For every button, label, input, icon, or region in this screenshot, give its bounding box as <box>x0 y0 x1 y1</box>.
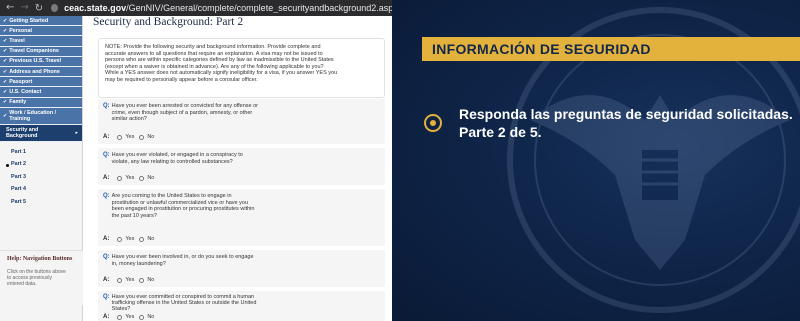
sidebar-item-travel[interactable]: ✔ Travel <box>0 36 82 47</box>
arrow-right-icon: ▸ <box>75 129 78 136</box>
question-block: Q: Have you ever been arrested or convic… <box>98 99 385 144</box>
sidebar-item-work-education[interactable]: ✔ Work / Education / Training <box>0 107 82 125</box>
check-icon: ✔ <box>3 78 8 85</box>
address-bar[interactable]: ceac.state.gov/GenNIV/General/complete/c… <box>64 3 392 13</box>
yes-radio[interactable] <box>117 314 123 320</box>
no-radio[interactable] <box>139 236 145 242</box>
question-text: Have you ever committed or conspired to … <box>111 294 257 312</box>
yes-radio[interactable] <box>117 236 123 242</box>
browser-window: ← → ↻ ceac.state.gov/GenNIV/General/comp… <box>0 0 392 321</box>
notice-box: NOTE: Provide the following security and… <box>98 38 385 98</box>
no-radio[interactable] <box>139 134 145 140</box>
sidebar-item-previous-us-travel[interactable]: ✔ Previous U.S. Travel <box>0 56 82 67</box>
question-block: Q: Have you ever committed or conspired … <box>98 291 385 321</box>
banner-title: INFORMACIÓN DE SEGURIDAD <box>432 41 651 57</box>
sidebar-item-address-phone[interactable]: ✔ Address and Phone <box>0 66 82 78</box>
sidebar-subitem-part-4[interactable]: Part 4 <box>0 183 82 196</box>
question-text: Have you ever been involved in, or do yo… <box>111 254 254 267</box>
check-icon: ✔ <box>3 88 8 95</box>
yes-radio[interactable] <box>117 277 123 283</box>
check-icon: ✔ <box>3 37 8 44</box>
site-info-icon[interactable] <box>51 4 59 12</box>
form-content: Security and Background: Part 2 NOTE: Pr… <box>90 16 392 321</box>
sidebar-subitem-part-5[interactable]: Part 5 <box>0 196 82 209</box>
check-icon: ✔ <box>3 58 8 65</box>
application-sidebar: ✔ Getting Started ✔ Personal ✔ Travel ✔ Trav… <box>0 16 83 321</box>
sidebar-subitem-part-2[interactable]: Part 2 <box>0 158 82 171</box>
check-icon: ✔ <box>3 48 8 55</box>
help-panel: Help: Navigation Buttons Click on the bu… <box>0 250 83 305</box>
question-block: Q: Are you coming to the United States t… <box>98 189 385 246</box>
sidebar-item-security-background[interactable]: Security and Background ▸ <box>0 124 82 142</box>
sidebar-item-travel-companions[interactable]: ✔ Travel Companions <box>0 46 82 57</box>
check-icon: ✔ <box>3 112 8 119</box>
browser-toolbar: ← → ↻ ceac.state.gov/GenNIV/General/comp… <box>0 0 392 16</box>
question-block: Q: Have you ever violated, or engaged in… <box>98 148 385 185</box>
page-title: Security and Background: Part 2 <box>93 16 244 28</box>
question-text: Are you coming to the United States to e… <box>111 193 255 219</box>
bullet-icon <box>424 114 442 132</box>
reload-icon[interactable]: ↻ <box>35 3 43 14</box>
sidebar-subitem-part-3[interactable]: Part 3 <box>0 171 82 184</box>
no-radio[interactable] <box>139 175 145 181</box>
question-text: Have you ever been arrested or convicted… <box>111 103 259 123</box>
no-radio[interactable] <box>139 277 145 283</box>
check-icon: ✔ <box>3 17 8 24</box>
sidebar-item-passport[interactable]: ✔ Passport <box>0 77 82 88</box>
question-block: Q: Have you ever been involved in, or do… <box>98 250 385 287</box>
check-icon: ✔ <box>3 99 8 106</box>
yes-radio[interactable] <box>117 175 123 181</box>
sidebar-item-personal[interactable]: ✔ Personal <box>0 26 82 37</box>
sidebar-item-getting-started[interactable]: ✔ Getting Started <box>0 16 82 27</box>
question-text: Have you ever violated, or engaged in a … <box>111 152 243 165</box>
sidebar-subitem-part-1[interactable]: Part 1 <box>0 146 82 159</box>
check-icon: ✔ <box>3 68 8 75</box>
section-banner: INFORMACIÓN DE SEGURIDAD <box>422 37 800 61</box>
forward-arrow-icon[interactable]: → <box>20 0 28 16</box>
help-title: Help: Navigation Buttons <box>7 256 73 262</box>
check-icon: ✔ <box>3 27 8 34</box>
sidebar-item-family[interactable]: ✔ Family <box>0 97 82 108</box>
help-text: Click on the buttons above to access pre… <box>7 269 66 287</box>
instruction-text: Responda las preguntas de seguridad soli… <box>459 106 793 140</box>
back-arrow-icon[interactable]: ← <box>6 0 14 16</box>
yes-radio[interactable] <box>117 134 123 140</box>
no-radio[interactable] <box>139 314 145 320</box>
sidebar-item-us-contact[interactable]: ✔ U.S. Contact <box>0 87 82 98</box>
